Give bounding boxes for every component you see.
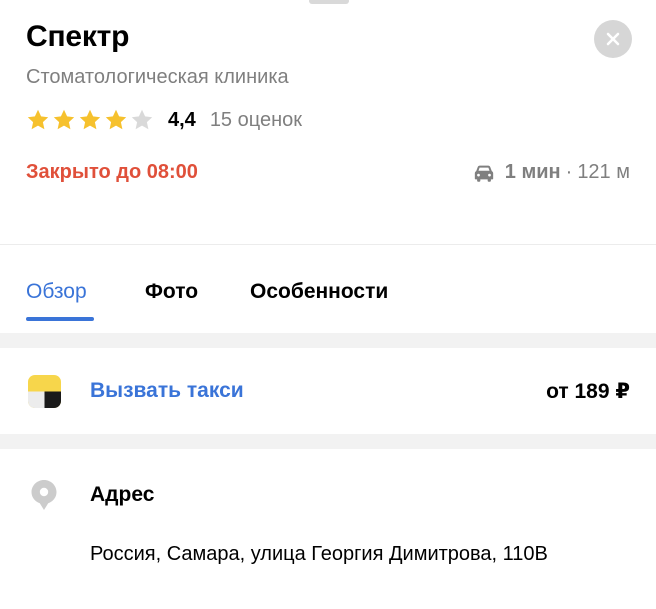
rating-value: 4,4 — [168, 108, 196, 131]
route-info[interactable]: 1 мин · 121 м — [473, 161, 630, 184]
star-icon — [79, 109, 101, 130]
place-title: Спектр — [26, 20, 130, 53]
star-icon — [105, 109, 127, 130]
star-empty-icon — [131, 109, 153, 130]
rating-count[interactable]: 15 оценок — [210, 109, 302, 132]
taxi-icon — [28, 375, 61, 408]
tab-bar: Обзор Фото Особенности — [0, 245, 656, 333]
car-icon — [474, 165, 493, 182]
tab-features[interactable]: Особенности — [250, 280, 388, 304]
close-icon — [606, 32, 620, 46]
section-separator — [0, 434, 656, 449]
taxi-row[interactable]: Вызвать такси от 189 ₽ — [0, 348, 656, 434]
call-taxi-label: Вызвать такси — [90, 379, 244, 402]
star-icon — [27, 109, 49, 130]
active-tab-indicator — [26, 317, 94, 321]
pin-icon — [31, 480, 57, 510]
address-section[interactable]: Адрес Россия, Самара, улица Георгия Дими… — [0, 449, 656, 609]
place-category: Стоматологическая клиника — [26, 66, 289, 88]
rating-stars — [26, 108, 154, 132]
route-separator: · — [565, 161, 573, 183]
tab-photos[interactable]: Фото — [145, 280, 198, 304]
rating-row[interactable]: 4,4 15 оценок — [26, 106, 302, 134]
route-distance: 121 м — [577, 161, 630, 183]
star-icon — [53, 109, 75, 130]
place-header: Спектр Стоматологическая клиника 4,4 15 … — [0, 0, 656, 244]
address-title: Адрес — [90, 483, 155, 506]
section-separator — [0, 333, 656, 348]
address-text: Россия, Самара, улица Георгия Димитрова,… — [90, 543, 548, 565]
route-time: 1 мин — [504, 161, 561, 183]
taxi-price: от 189 ₽ — [546, 380, 630, 403]
tab-overview[interactable]: Обзор — [26, 280, 87, 304]
close-button[interactable] — [594, 20, 632, 58]
opening-status: Закрыто до 08:00 — [26, 161, 198, 183]
